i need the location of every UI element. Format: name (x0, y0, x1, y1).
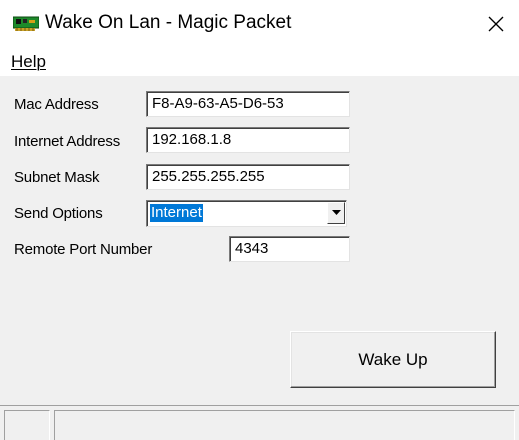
status-pane-left (4, 410, 50, 440)
wake-up-button[interactable]: Wake Up (290, 331, 496, 388)
menu-help[interactable]: Help (11, 52, 46, 72)
subnet-mask-field[interactable]: 255.255.255.255 (146, 164, 350, 190)
subnet-mask-label: Subnet Mask (14, 169, 100, 186)
mac-address-field[interactable]: F8-A9-63-A5-D6-53 (146, 91, 350, 117)
chevron-down-icon (331, 210, 341, 215)
network-card-icon (13, 16, 39, 31)
send-options-select[interactable]: Internet (146, 200, 347, 227)
status-bar (0, 405, 519, 440)
menu-bar: Help (0, 48, 519, 76)
close-icon (488, 16, 504, 32)
send-options-label: Send Options (14, 205, 103, 222)
internet-address-field[interactable]: 192.168.1.8 (146, 127, 350, 153)
dropdown-button[interactable] (327, 202, 345, 224)
title-bar[interactable]: Wake On Lan - Magic Packet (0, 0, 519, 48)
remote-port-field[interactable]: 4343 (229, 236, 350, 262)
status-pane-main (54, 410, 515, 440)
mac-address-label: Mac Address (14, 96, 99, 113)
internet-address-label: Internet Address (14, 133, 121, 150)
remote-port-label: Remote Port Number (14, 241, 153, 258)
close-button[interactable] (473, 0, 519, 48)
window-title: Wake On Lan - Magic Packet (45, 12, 292, 33)
send-options-value: Internet (150, 204, 203, 222)
